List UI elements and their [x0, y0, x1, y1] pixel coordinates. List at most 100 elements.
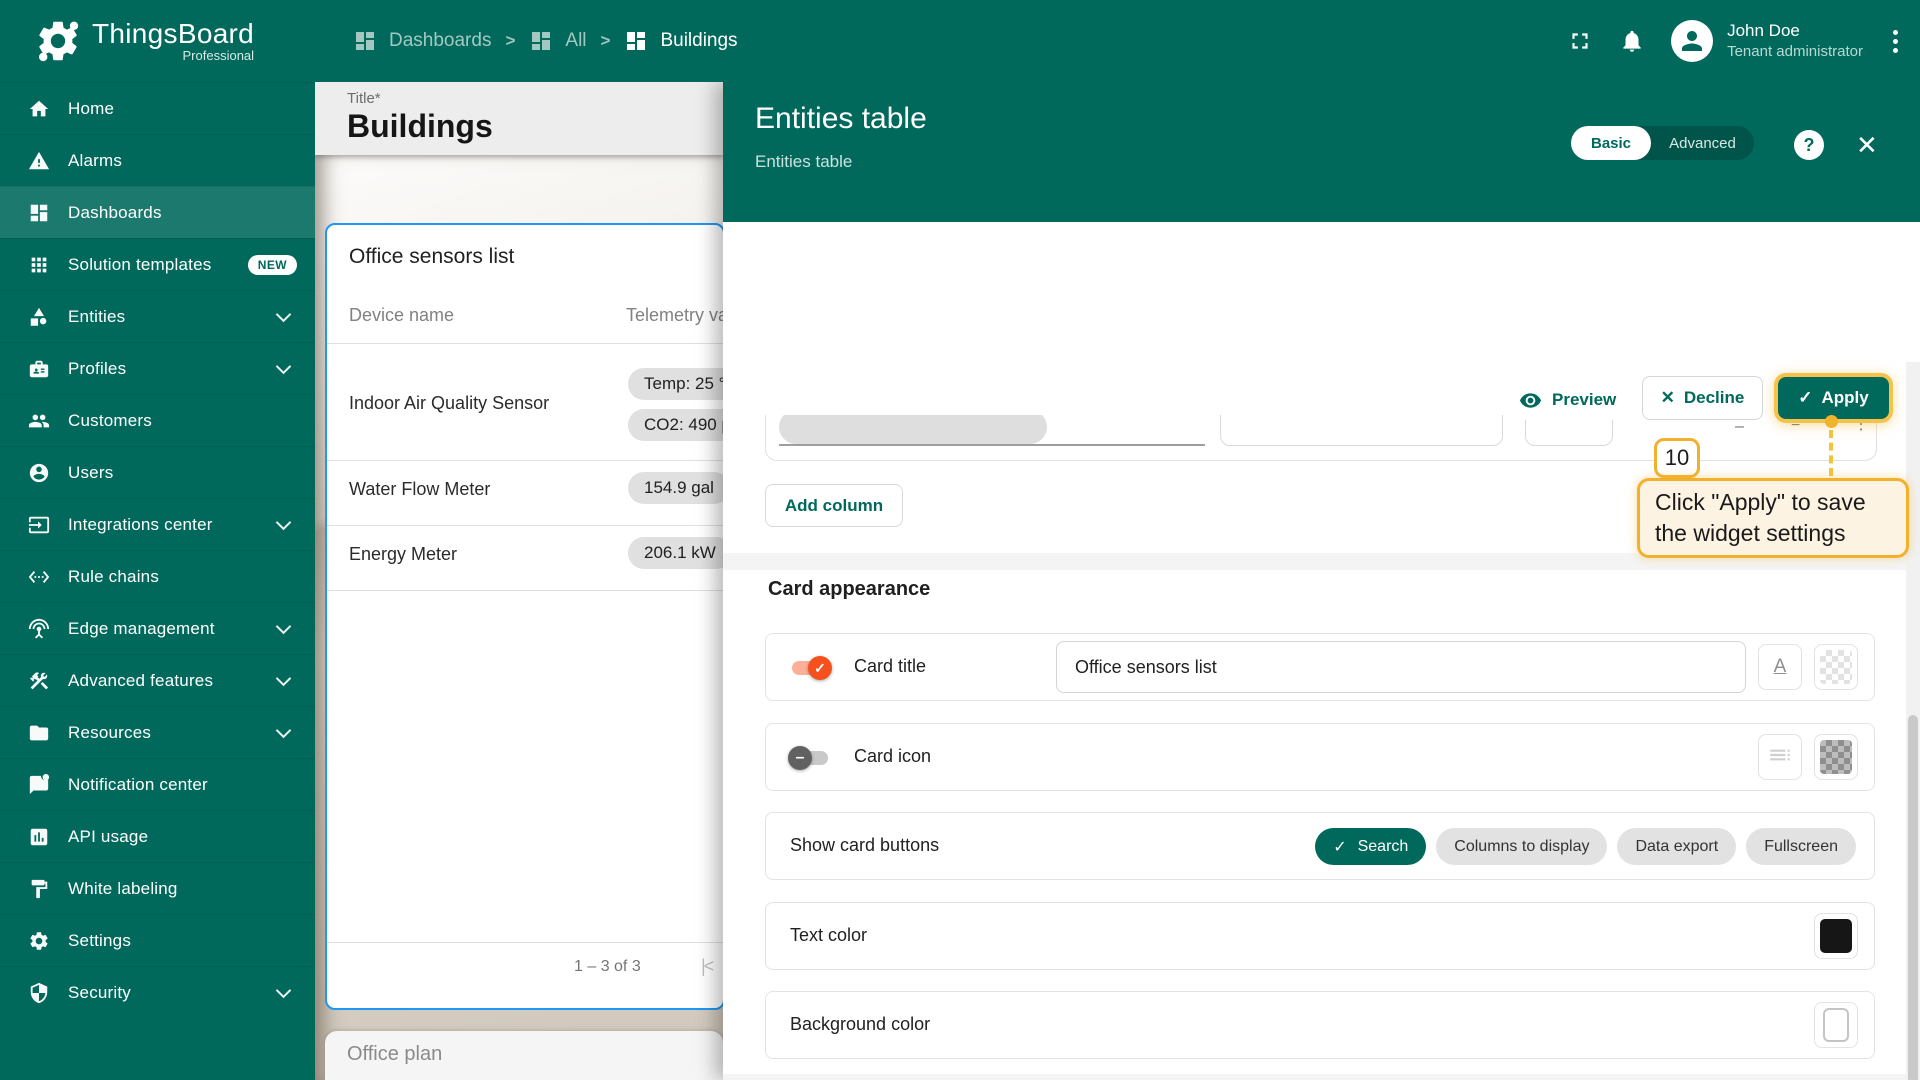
icon-color-button[interactable] [1814, 734, 1858, 780]
sidebar-item-customers[interactable]: Customers [0, 394, 315, 446]
chevron-down-icon [276, 306, 292, 322]
apps-grid-icon [28, 254, 50, 276]
white-color-swatch-icon [1823, 1008, 1849, 1042]
dashboard-icon [624, 29, 648, 53]
kebab-menu-icon[interactable] [1889, 26, 1902, 57]
basic-advanced-toggle[interactable]: Basic Advanced [1571, 126, 1754, 160]
sidebar-item-home[interactable]: Home [0, 82, 315, 134]
breadcrumb-dashboards[interactable]: Dashboards [353, 29, 491, 53]
breadcrumb-all[interactable]: All [529, 29, 586, 53]
shield-icon [28, 982, 50, 1004]
logo-subtitle: Professional [183, 48, 255, 63]
sidebar-item-edge-management[interactable]: Edge management [0, 602, 315, 654]
sidebar-item-integrations-center[interactable]: Integrations center [0, 498, 315, 550]
card-icon-label: Card icon [854, 746, 931, 767]
sidebar-item-resources[interactable]: Resources [0, 706, 315, 758]
card-title-toggle[interactable]: ✓ [790, 655, 830, 681]
table-row-device-name[interactable]: Energy Meter [349, 544, 457, 565]
chart-icon [28, 826, 50, 848]
sidebar-item-api-usage[interactable]: API usage [0, 810, 315, 862]
help-icon[interactable]: ? [1794, 130, 1824, 160]
add-column-button[interactable]: Add column [765, 484, 903, 527]
column-name-chip [779, 410, 1047, 444]
office-plan-title: Office plan [347, 1043, 442, 1066]
breadcrumb-buildings[interactable]: Buildings [624, 29, 737, 53]
first-page-icon[interactable]: |< [701, 956, 712, 977]
background-color-label: Background color [790, 1014, 930, 1035]
tab-basic[interactable]: Basic [1571, 126, 1651, 160]
title-color-button[interactable] [1814, 644, 1858, 690]
sidebar-item-advanced-features[interactable]: Advanced features [0, 654, 315, 706]
apply-button[interactable]: ✓ Apply [1778, 377, 1889, 419]
tutorial-connector-line [1829, 430, 1833, 476]
tab-advanced[interactable]: Advanced [1651, 126, 1754, 160]
folder-icon [28, 722, 50, 744]
user-menu[interactable]: John Doe Tenant administrator [1671, 20, 1863, 62]
transparent-color-swatch-icon [1820, 650, 1852, 684]
pagination-range: 1 – 3 of 3 [574, 958, 641, 976]
field-underline [779, 444, 1205, 446]
sidebar-item-dashboards[interactable]: Dashboards [0, 186, 315, 238]
chevron-down-icon [276, 670, 292, 686]
dashboard-title-field[interactable]: Title* Buildings [315, 82, 723, 155]
divider [327, 343, 723, 344]
user-name: John Doe [1727, 20, 1863, 42]
tools-icon [28, 670, 50, 692]
scrollbar-track[interactable] [1906, 362, 1920, 1080]
chip-data-export[interactable]: Data export [1617, 828, 1736, 865]
sidebar-item-settings[interactable]: Settings [0, 914, 315, 966]
telemetry-chip: 154.9 gal [628, 472, 723, 504]
settings-panel-header: Entities table Entities table Basic Adva… [723, 82, 1920, 222]
table-row-device-name[interactable]: Water Flow Meter [349, 479, 490, 500]
sidebar-item-white-labeling[interactable]: White labeling [0, 862, 315, 914]
preview-button[interactable]: Preview [1513, 380, 1622, 420]
notifications-bell-icon[interactable] [1619, 28, 1645, 54]
cross-icon: ✕ [1661, 388, 1675, 408]
sidebar-item-users[interactable]: Users [0, 446, 315, 498]
chevron-down-icon [276, 514, 292, 530]
tutorial-step-number: 10 [1654, 438, 1700, 478]
sidebar-item-solution-templates[interactable]: Solution templatesNEW [0, 238, 315, 290]
check-icon: ✓ [1333, 837, 1346, 857]
office-plan-widget[interactable]: Office plan [325, 1031, 723, 1080]
check-icon: ✓ [1798, 388, 1812, 408]
divider [327, 525, 723, 526]
entities-icon [28, 306, 50, 328]
font-settings-button[interactable]: A [1758, 644, 1802, 690]
decline-button[interactable]: ✕ Decline [1642, 376, 1763, 420]
close-icon[interactable]: ✕ [1856, 128, 1878, 162]
chevron-down-icon [276, 358, 292, 374]
telemetry-chip: 206.1 kW [628, 537, 723, 569]
widget-settings-panel: Entities table Entities table Basic Adva… [723, 82, 1920, 1080]
sidebar-item-security[interactable]: Security [0, 966, 315, 1018]
background-color-button[interactable] [1814, 1002, 1858, 1048]
thingsboard-logo-icon [34, 17, 82, 65]
sidebar-item-profiles[interactable]: Profiles [0, 342, 315, 394]
table-row-device-name[interactable]: Indoor Air Quality Sensor [349, 393, 549, 414]
sidebar-item-alarms[interactable]: Alarms [0, 134, 315, 186]
sidebar-item-notification-center[interactable]: Notification center [0, 758, 315, 810]
text-color-button[interactable] [1814, 913, 1858, 959]
chip-fullscreen[interactable]: Fullscreen [1746, 828, 1856, 865]
panel-subtitle: Entities table [755, 152, 852, 172]
chip-search[interactable]: ✓Search [1315, 828, 1426, 865]
tutorial-connector-dot [1825, 415, 1838, 428]
card-title-input[interactable] [1056, 641, 1746, 693]
thingsboard-app: ThingsBoard Professional Home Alarms Das… [0, 0, 1920, 1080]
breadcrumb-separator: > [601, 31, 611, 51]
chip-columns-to-display[interactable]: Columns to display [1436, 828, 1607, 865]
home-icon [28, 98, 50, 120]
card-icon-toggle[interactable]: – [790, 745, 830, 771]
scrollbar-thumb[interactable] [1908, 715, 1918, 1080]
card-title-label: Card title [854, 656, 926, 677]
sidebar-item-entities[interactable]: Entities [0, 290, 315, 342]
entities-table-widget[interactable]: Office sensors list Device name Telemetr… [325, 223, 723, 1010]
logo[interactable]: ThingsBoard Professional [0, 0, 315, 82]
eye-icon [1519, 389, 1542, 412]
fullscreen-icon[interactable] [1567, 28, 1593, 54]
dashboard-icon [28, 202, 50, 224]
telemetry-chip: CO2: 490 pp [628, 409, 723, 441]
remove-icon[interactable]: – [1735, 418, 1744, 436]
sidebar-item-rule-chains[interactable]: Rule chains [0, 550, 315, 602]
icon-picker-button[interactable] [1758, 734, 1802, 780]
